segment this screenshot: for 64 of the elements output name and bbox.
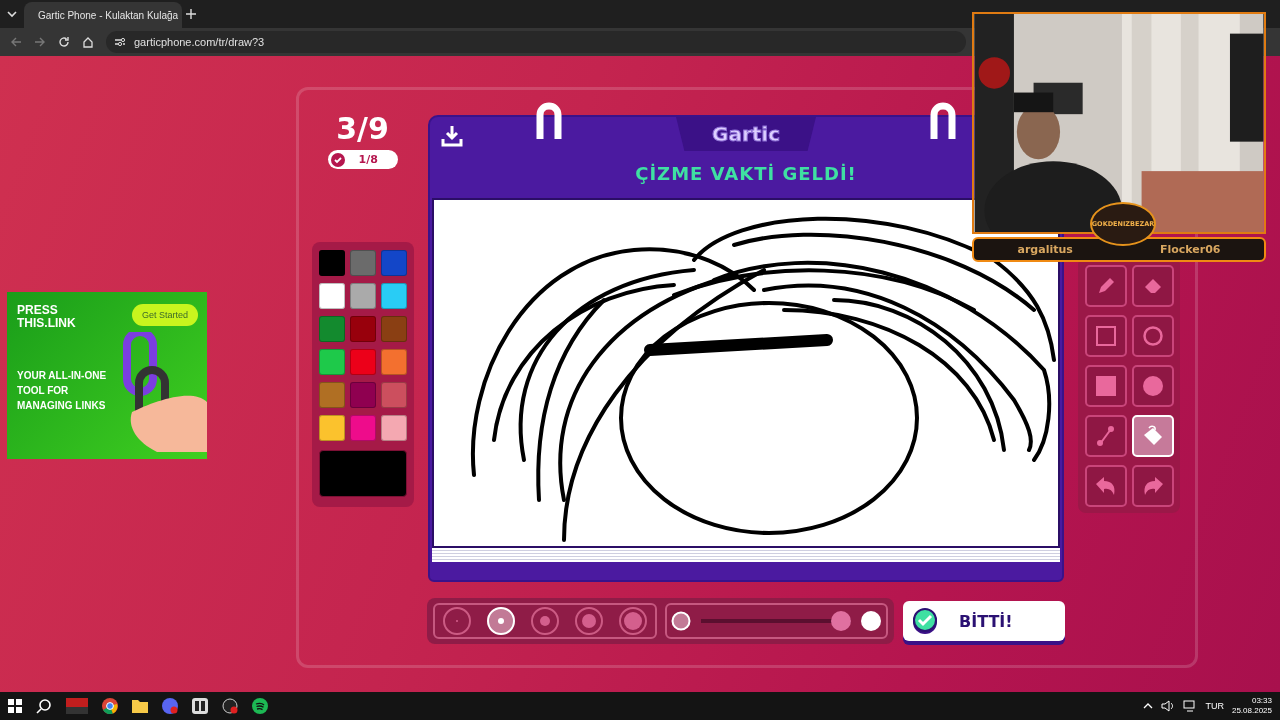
check-icon	[911, 607, 939, 635]
slider-thumb[interactable]	[831, 611, 852, 631]
browser-tab[interactable]: Gartic Phone - Kulaktan Kulağa	[24, 2, 182, 28]
done-count: 1/8	[358, 153, 378, 166]
color-swatch[interactable]	[380, 349, 407, 375]
mixer-app-icon[interactable]	[66, 698, 88, 714]
home-icon[interactable]	[82, 36, 94, 48]
square-outline-icon	[1095, 326, 1116, 346]
get-started-button[interactable]: Get Started	[131, 304, 198, 326]
windows-start-icon[interactable]	[8, 699, 22, 713]
logo: Gartic	[676, 117, 816, 151]
undo-arrow-icon	[1094, 476, 1117, 496]
site-settings-icon[interactable]	[114, 36, 126, 48]
tab-title: Gartic Phone - Kulaktan Kulağa	[38, 9, 179, 21]
line-icon	[1095, 425, 1116, 447]
heading: ÇİZME VAKTİ GELDİ!	[635, 163, 857, 184]
color-swatch[interactable]	[318, 382, 345, 408]
forward-arrow-icon[interactable]	[34, 36, 46, 48]
color-swatch[interactable]	[380, 382, 407, 408]
clock-time: 03:33	[1251, 696, 1272, 706]
color-swatch[interactable]	[318, 349, 345, 375]
ad-banner[interactable]: PRESS THIS.LINK Get Started YOUR ALL-IN-ONE TOOL FOR MANAGING LINKS	[7, 292, 207, 459]
url-text: garticphone.com/tr/draw?3	[134, 36, 265, 48]
new-tab-icon[interactable]	[186, 9, 196, 19]
color-swatch[interactable]	[380, 283, 407, 309]
color-swatch[interactable]	[318, 415, 345, 441]
music-app-icon[interactable]	[252, 698, 268, 714]
network-icon[interactable]	[1183, 700, 1198, 712]
color-swatch[interactable]	[349, 415, 376, 441]
filled-square-icon	[1095, 376, 1116, 396]
browser-icon[interactable]	[102, 698, 118, 714]
color-swatch[interactable]	[318, 283, 345, 309]
color-swatch[interactable]	[380, 250, 407, 276]
color-swatch[interactable]	[349, 250, 376, 276]
color-swatch[interactable]	[380, 415, 407, 441]
player-name: Flocker06	[1159, 243, 1221, 256]
ad-tagline: YOUR ALL-IN-ONE TOOL FOR MANAGING LINKS	[17, 369, 107, 413]
reload-icon[interactable]	[58, 36, 70, 48]
color-swatch[interactable]	[380, 316, 407, 342]
ad-headline: PRESS THIS.LINK	[17, 304, 77, 330]
address-bar[interactable]: garticphone.com/tr/draw?3	[106, 31, 966, 53]
full-opacity-icon	[861, 611, 882, 631]
circle-outline-icon	[1142, 326, 1163, 346]
app-icon[interactable]	[192, 698, 208, 714]
streaming-app-icon[interactable]	[222, 698, 238, 714]
color-swatch[interactable]	[318, 250, 345, 276]
search-icon[interactable]	[36, 698, 52, 714]
language-indicator[interactable]: TUR	[1205, 701, 1224, 711]
low-opacity-icon	[671, 611, 692, 631]
filled-circle-icon	[1142, 376, 1163, 396]
chat-app-icon[interactable]	[162, 698, 178, 714]
back-arrow-icon[interactable]	[10, 36, 22, 48]
clock-date: 25.08.2025	[1231, 706, 1272, 716]
color-swatch[interactable]	[349, 349, 376, 375]
player-name: argalitus	[1017, 243, 1073, 256]
folder-icon[interactable]	[132, 699, 148, 713]
download-icon[interactable]	[441, 125, 463, 147]
color-swatch[interactable]	[349, 283, 376, 309]
chevron-up-icon[interactable]	[1143, 702, 1154, 710]
color-swatch[interactable]	[349, 382, 376, 408]
round-counter: 3/9	[336, 111, 389, 146]
color-swatch[interactable]	[318, 316, 345, 342]
speaker-icon[interactable]	[1161, 700, 1176, 712]
color-swatch[interactable]	[349, 316, 376, 342]
